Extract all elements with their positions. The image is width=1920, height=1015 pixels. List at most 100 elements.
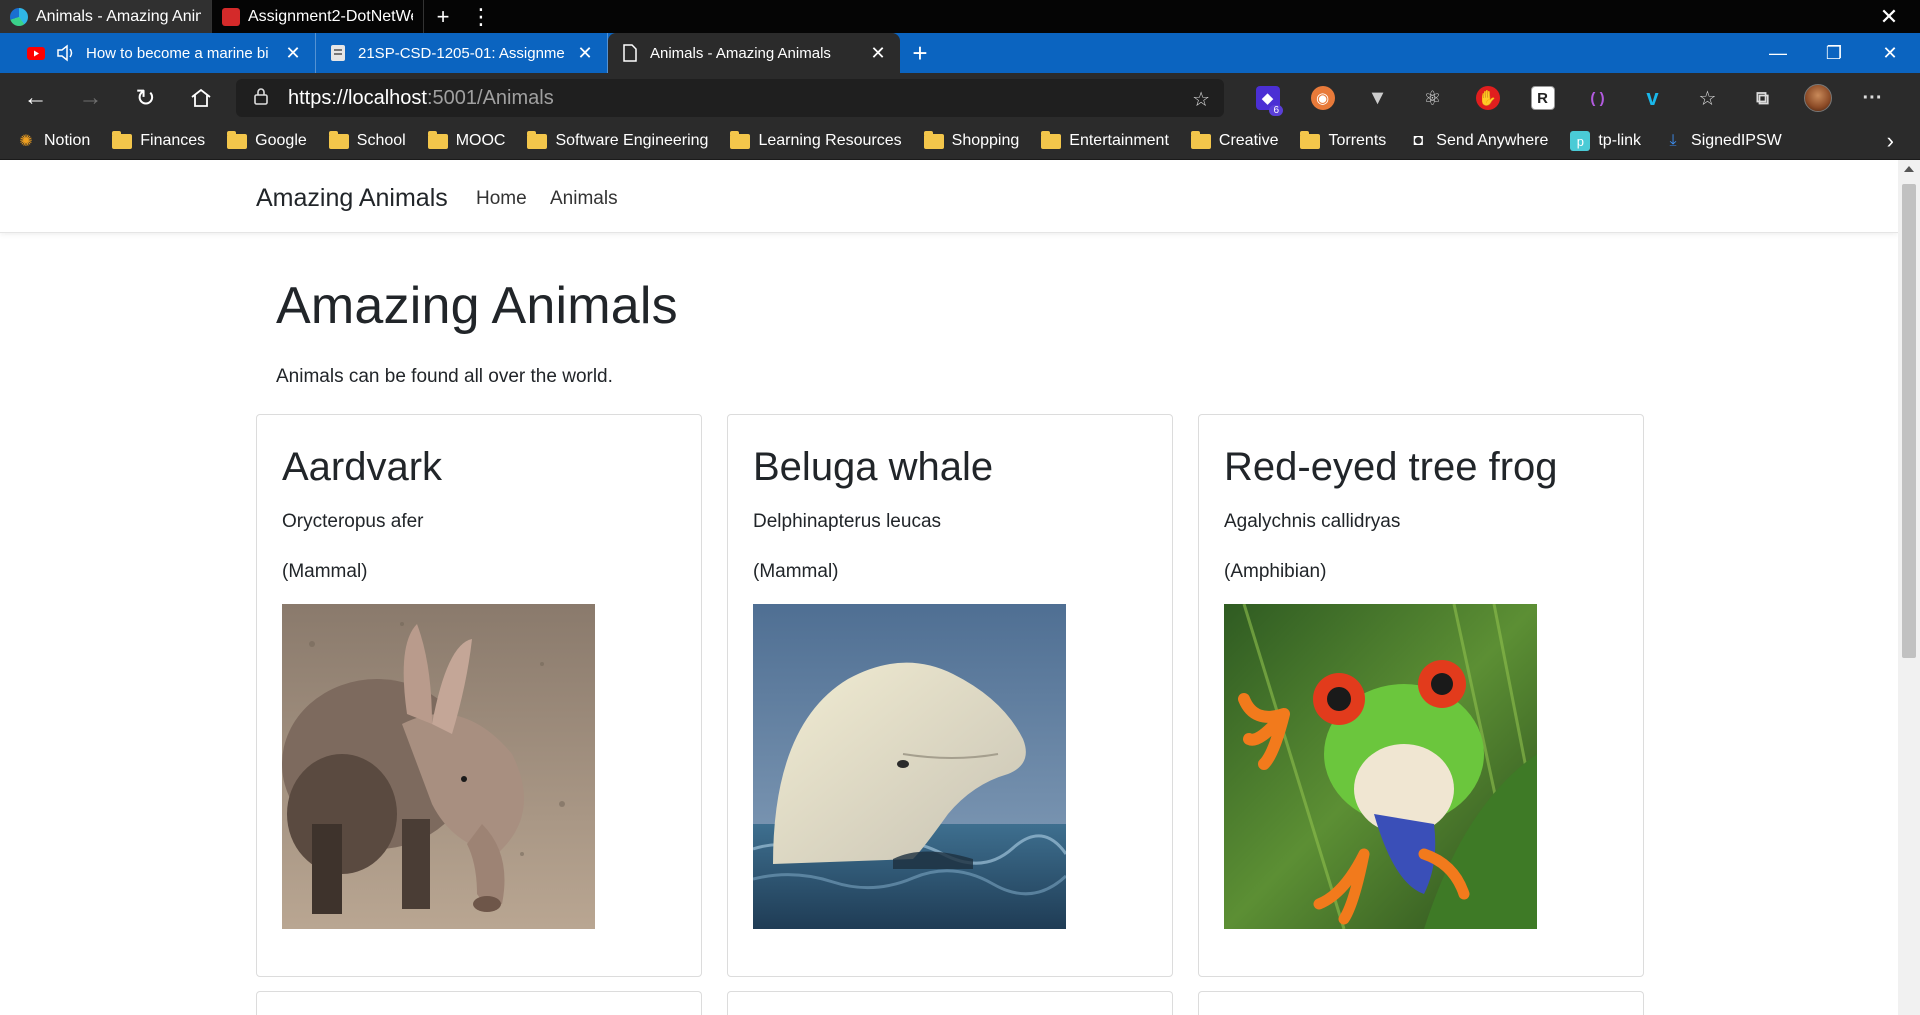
browser-toolbar: ← → ↻ https://localhost:5001/Animals ☆ ◆… [0, 73, 1920, 123]
tab-animals[interactable]: Animals - Amazing Animals ✕ [608, 33, 900, 73]
more-horizontal-icon: ··· [1862, 86, 1883, 109]
extension-button[interactable]: ◆ 6 [1240, 73, 1295, 123]
favorite-folder-software-engineering[interactable]: Software Engineering [527, 130, 708, 150]
tab-close-icon[interactable]: ✕ [868, 43, 888, 64]
folder-icon [328, 130, 349, 149]
back-button[interactable]: ← [8, 73, 63, 123]
home-button[interactable] [173, 73, 228, 123]
extension-button[interactable]: R [1515, 73, 1570, 123]
animal-card-partial [256, 991, 702, 1015]
nav-link-animals[interactable]: Animals [550, 188, 618, 210]
tab-close-icon[interactable]: ✕ [575, 43, 595, 64]
close-icon: ✕ [1879, 3, 1899, 29]
profile-button[interactable] [1790, 73, 1845, 123]
favorite-folder-creative[interactable]: Creative [1190, 130, 1278, 150]
extension-r-icon: R [1530, 86, 1555, 110]
animal-card: Aardvark Orycteropus afer (Mammal) [256, 414, 702, 977]
animal-class: (Amphibian) [1224, 561, 1327, 582]
lock-icon[interactable] [254, 87, 288, 110]
folder-icon [527, 130, 548, 149]
os-tab-animals[interactable]: Animals - Amazing Anim... [0, 0, 212, 33]
animal-name: Red-eyed tree frog [1224, 445, 1558, 489]
vimeo-icon: v [1646, 85, 1659, 110]
edge-icon [10, 7, 28, 26]
favorite-folder-torrents[interactable]: Torrents [1300, 130, 1386, 150]
folder-icon [227, 130, 248, 149]
animal-class: (Mammal) [282, 561, 368, 582]
os-menu-button[interactable]: ⋮ [462, 0, 500, 33]
pdf-icon [222, 7, 240, 26]
animal-name: Aardvark [282, 445, 443, 489]
animal-card-partial [727, 991, 1173, 1015]
minimize-icon: — [1769, 42, 1787, 63]
extension-button[interactable]: ▼ [1350, 73, 1405, 123]
scrollbar-thumb[interactable] [1902, 184, 1916, 658]
favorites-overflow-chevron-icon[interactable]: › [1887, 128, 1894, 154]
arrow-left-icon: ← [23, 84, 48, 111]
scroll-up-arrow-icon[interactable] [1904, 166, 1914, 172]
favorite-folder-entertainment[interactable]: Entertainment [1041, 130, 1169, 150]
favorites-star-icon: ☆ [1698, 87, 1717, 110]
forward-button[interactable]: → [63, 73, 118, 123]
page-subtitle: Animals can be found all over the world. [276, 366, 613, 387]
react-devtools-icon: ⚛ [1423, 87, 1442, 110]
extension-v-icon: ▼ [1367, 86, 1388, 109]
os-close-button[interactable]: ✕ [1858, 0, 1920, 33]
close-window-button[interactable]: ✕ [1862, 33, 1918, 73]
animal-scientific-name: Orycteropus afer [282, 511, 424, 532]
avatar [1803, 84, 1832, 112]
animal-class: (Mammal) [753, 561, 839, 582]
aardvark-photo [282, 604, 595, 929]
animal-card-partial [1198, 991, 1644, 1015]
page-viewport: Amazing Animals Home Animals Amazing Ani… [0, 160, 1898, 1015]
tab-title: How to become a marine bi [86, 44, 269, 62]
kebab-menu-icon: ⋮ [470, 3, 492, 29]
arrow-right-icon: → [78, 84, 103, 111]
site-brand[interactable]: Amazing Animals [256, 184, 448, 213]
extension-button[interactable]: ◉ [1295, 73, 1350, 123]
favorite-folder-google[interactable]: Google [227, 130, 307, 150]
animal-card: Beluga whale Delphinapterus leucas (Mamm… [727, 414, 1173, 977]
favorite-signedipsw[interactable]: ⤓ SignedIPSW [1663, 131, 1781, 151]
animal-scientific-name: Agalychnis callidryas [1224, 511, 1401, 532]
page-scrollbar[interactable] [1898, 160, 1920, 1015]
favorite-send-anywhere[interactable]: ◘ Send Anywhere [1408, 131, 1548, 151]
folder-icon [112, 130, 133, 149]
restore-button[interactable]: ❐ [1806, 33, 1862, 73]
os-tab-assignment[interactable]: Assignment2-DotNetWe... [212, 0, 424, 33]
collections-button[interactable]: ⧉ [1735, 73, 1790, 123]
address-bar[interactable]: https://localhost:5001/Animals ☆ [236, 79, 1224, 117]
extension-button[interactable]: v [1625, 73, 1680, 123]
animal-card: Red-eyed tree frog Agalychnis callidryas… [1198, 414, 1644, 977]
favorites-bar: ✺ Notion Finances Google School MOOC Sof… [0, 123, 1920, 160]
tab-title: Animals - Amazing Animals [650, 44, 831, 62]
extension-button[interactable]: ( ) [1570, 73, 1625, 123]
add-favorite-icon[interactable]: ☆ [1192, 87, 1210, 112]
new-tab-button[interactable]: + [900, 33, 940, 73]
extension-button[interactable]: ⚛ [1405, 73, 1460, 123]
page-title: Amazing Animals [276, 277, 678, 335]
tab-close-icon[interactable]: ✕ [283, 43, 303, 64]
folder-icon [427, 130, 448, 149]
tab-assignment[interactable]: 21SP-CSD-1205-01: Assignment ✕ [316, 33, 608, 73]
nav-link-home[interactable]: Home [476, 188, 527, 210]
settings-menu-button[interactable]: ··· [1845, 73, 1900, 123]
folder-icon [1190, 130, 1211, 149]
extension-parens-icon: ( ) [1590, 89, 1605, 107]
favorite-folder-shopping[interactable]: Shopping [923, 130, 1019, 150]
favorite-folder-mooc[interactable]: MOOC [427, 130, 505, 150]
minimize-button[interactable]: — [1750, 33, 1806, 73]
tab-youtube[interactable]: How to become a marine bi ✕ [14, 33, 316, 73]
speaker-icon[interactable] [56, 43, 76, 63]
favorite-folder-finances[interactable]: Finances [112, 130, 205, 150]
favorite-folder-school[interactable]: School [328, 130, 406, 150]
favorite-tp-link[interactable]: p tp-link [1570, 131, 1641, 151]
os-new-tab-button[interactable]: + [424, 0, 462, 33]
favorite-notion[interactable]: ✺ Notion [16, 131, 90, 151]
refresh-button[interactable]: ↻ [118, 73, 173, 123]
extension-button[interactable]: ✋ [1460, 73, 1515, 123]
favorites-button[interactable]: ☆ [1680, 73, 1735, 123]
extension-hand-icon: ✋ [1475, 86, 1500, 110]
sun-icon: ✺ [19, 133, 33, 150]
favorite-folder-learning-resources[interactable]: Learning Resources [730, 130, 902, 150]
